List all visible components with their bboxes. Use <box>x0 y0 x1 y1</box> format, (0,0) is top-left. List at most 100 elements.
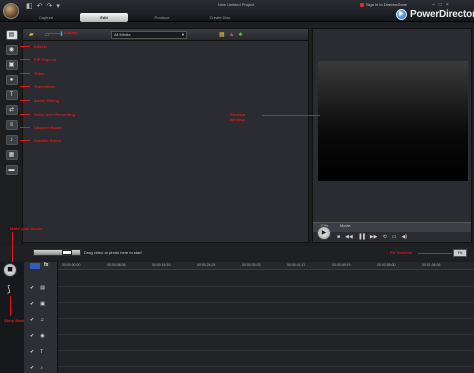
movie-tab[interactable]: Movie <box>340 223 351 228</box>
subtitle-room-icon[interactable]: ▬ <box>5 165 18 175</box>
track-headers: ✔ ▤ ✔ ▣ ✔ ♫ ✔ ◉ ✔ T ✔ ♪ <box>30 280 45 373</box>
brand-name: PowerDirector <box>410 9 474 20</box>
chevron-down-icon: ▼ <box>181 32 185 37</box>
track-header: ✔ ▣ <box>30 296 45 312</box>
voice-over-recording-icon[interactable]: ♪ <box>5 135 18 145</box>
ruler-tick: 00:00:58:00 <box>377 263 396 267</box>
ruler-tick: 00:00:49:19 <box>332 263 351 267</box>
annotation-pointer <box>46 33 60 34</box>
track-enable-checkbox[interactable]: ✔ <box>30 285 34 291</box>
voice-track-icon: ♪ <box>40 365 43 371</box>
video-track-icon: ▤ <box>40 285 45 291</box>
window-controls: – □ × <box>432 2 449 8</box>
media-filter-select[interactable]: All Media ▼ <box>111 31 187 39</box>
plugin-icon[interactable]: ▲ <box>229 31 235 39</box>
timeline-mode-button[interactable]: ◼ <box>3 263 17 277</box>
preview-screen[interactable] <box>318 61 468 181</box>
quick-access-toolbar: ◧ ↶ ↷ ▾ <box>26 3 60 10</box>
annotation-room: PiP Objects <box>34 57 57 62</box>
ruler-tick: 00:00:41:11 <box>287 263 306 267</box>
annotation-pointer <box>20 46 30 47</box>
storyboard-mode-icon[interactable]: ⟆ <box>7 284 11 295</box>
track-header: ✔ ♫ <box>30 312 45 328</box>
annotation-preview-window: Preview window <box>230 112 246 122</box>
window-title: New Untitled Project <box>218 2 255 7</box>
play-button[interactable]: ▶ <box>317 226 331 240</box>
timeline-tip: Drag video or photo here to start <box>84 250 142 255</box>
title-room-icon[interactable]: T <box>5 90 18 100</box>
app-logo-icon[interactable] <box>3 3 19 19</box>
audio-mixing-room-icon[interactable]: ≡ <box>5 120 18 130</box>
particle-track-icon: ◉ <box>40 333 45 339</box>
annotation-pointer <box>10 296 11 316</box>
close-button[interactable]: × <box>446 2 449 8</box>
pip-objects-room-icon[interactable]: ▣ <box>5 60 18 70</box>
chapter-room-icon[interactable]: ▦ <box>5 150 18 160</box>
annotation-fit-timeline: Fit Timeline <box>390 250 413 255</box>
save-icon[interactable]: ◧ <box>26 3 33 10</box>
magic-tools-icon[interactable]: ♣ <box>239 31 243 39</box>
track-enable-checkbox[interactable]: ✔ <box>30 301 34 307</box>
media-filter-value: All Media <box>114 32 131 37</box>
ruler-tick: 00:00:33:03 <box>242 263 261 267</box>
zoom-slider[interactable] <box>33 249 81 256</box>
fullscreen-button[interactable]: ▭ <box>392 234 397 240</box>
track-divider <box>58 366 474 367</box>
tab-create-disc[interactable]: Create Disc <box>196 13 244 22</box>
directorzone-icon <box>360 2 364 7</box>
annotation-pointer <box>20 100 30 101</box>
zoom-slider-thumb[interactable] <box>62 250 72 255</box>
audio-track-icon: ♫ <box>40 317 44 323</box>
timecode-label: fx <box>44 262 49 268</box>
effect-room-icon[interactable]: ◉ <box>5 45 18 55</box>
track-header: ✔ ♪ <box>30 360 45 373</box>
annotation-room: Chapter Room <box>34 125 62 130</box>
transition-room-icon[interactable]: ⇄ <box>5 105 18 115</box>
annotation-pointer <box>262 115 320 116</box>
powerdirector-logo-icon: ▶ <box>396 9 407 20</box>
minimize-button[interactable]: – <box>432 2 435 8</box>
preview-panel: Clip Movie ▶ ■ ◀◀ ▐▐ ▶▶ ⟲ ▭ ◀) <box>312 28 472 243</box>
snapshot-button[interactable]: ⟲ <box>383 234 387 240</box>
annotation-pointer <box>20 73 30 74</box>
annotation-pointer <box>418 253 452 254</box>
annotation-story-mode: Story Mode <box>4 318 26 323</box>
track-enable-checkbox[interactable]: ✔ <box>30 349 34 355</box>
timeline-ruler[interactable]: 00:00:00:00 00:00:08:08 00:00:16:16 00:0… <box>58 262 474 270</box>
import-media-icon[interactable]: ▰ <box>29 31 34 39</box>
track-enable-checkbox[interactable]: ✔ <box>30 317 34 323</box>
dropdown-icon[interactable]: ▾ <box>56 3 60 10</box>
volume-button[interactable]: ◀) <box>401 234 407 240</box>
annotation-room: Titles <box>34 71 45 76</box>
pause-button[interactable]: ▐▐ <box>358 234 365 240</box>
track-enable-checkbox[interactable]: ✔ <box>30 365 34 371</box>
annotation-make-movie: Make your movie <box>10 226 43 231</box>
undo-icon[interactable]: ↶ <box>37 3 43 10</box>
redo-icon[interactable]: ↷ <box>47 3 53 10</box>
next-frame-button[interactable]: ▶▶ <box>370 234 378 240</box>
annotation-library: Library <box>64 30 78 35</box>
mode-tabs: Capture Edit Produce Create Disc <box>22 13 244 22</box>
maximize-button[interactable]: □ <box>439 2 442 8</box>
ruler-tick: 00:01:06:06 <box>422 263 441 267</box>
ruler-tick: 00:00:00:00 <box>62 263 81 267</box>
media-room-icon[interactable]: ▤ <box>5 30 18 40</box>
tab-edit[interactable]: Edit <box>80 13 128 22</box>
annotation-pointer <box>20 86 30 87</box>
track-divider <box>58 286 474 287</box>
track-divider <box>58 334 474 335</box>
signin-link[interactable]: Sign in to DirectorZone <box>360 2 407 7</box>
track-enable-checkbox[interactable]: ✔ <box>30 333 34 339</box>
sort-icon[interactable]: ▦ <box>219 31 225 39</box>
tab-produce[interactable]: Produce <box>138 13 186 22</box>
fit-timeline-button[interactable]: Fit <box>453 249 467 257</box>
brand: ▶ PowerDirector <box>396 9 474 20</box>
stop-button[interactable]: ■ <box>337 234 340 240</box>
annotation-room: Voice-over Recording <box>34 112 76 117</box>
tab-capture[interactable]: Capture <box>22 13 70 22</box>
previous-frame-button[interactable]: ◀◀ <box>345 234 353 240</box>
timecode-icon[interactable] <box>30 263 40 269</box>
particle-room-icon[interactable]: ● <box>5 75 18 85</box>
ruler-tick: 00:00:16:16 <box>152 263 171 267</box>
effect-track-icon: ▣ <box>40 301 45 307</box>
